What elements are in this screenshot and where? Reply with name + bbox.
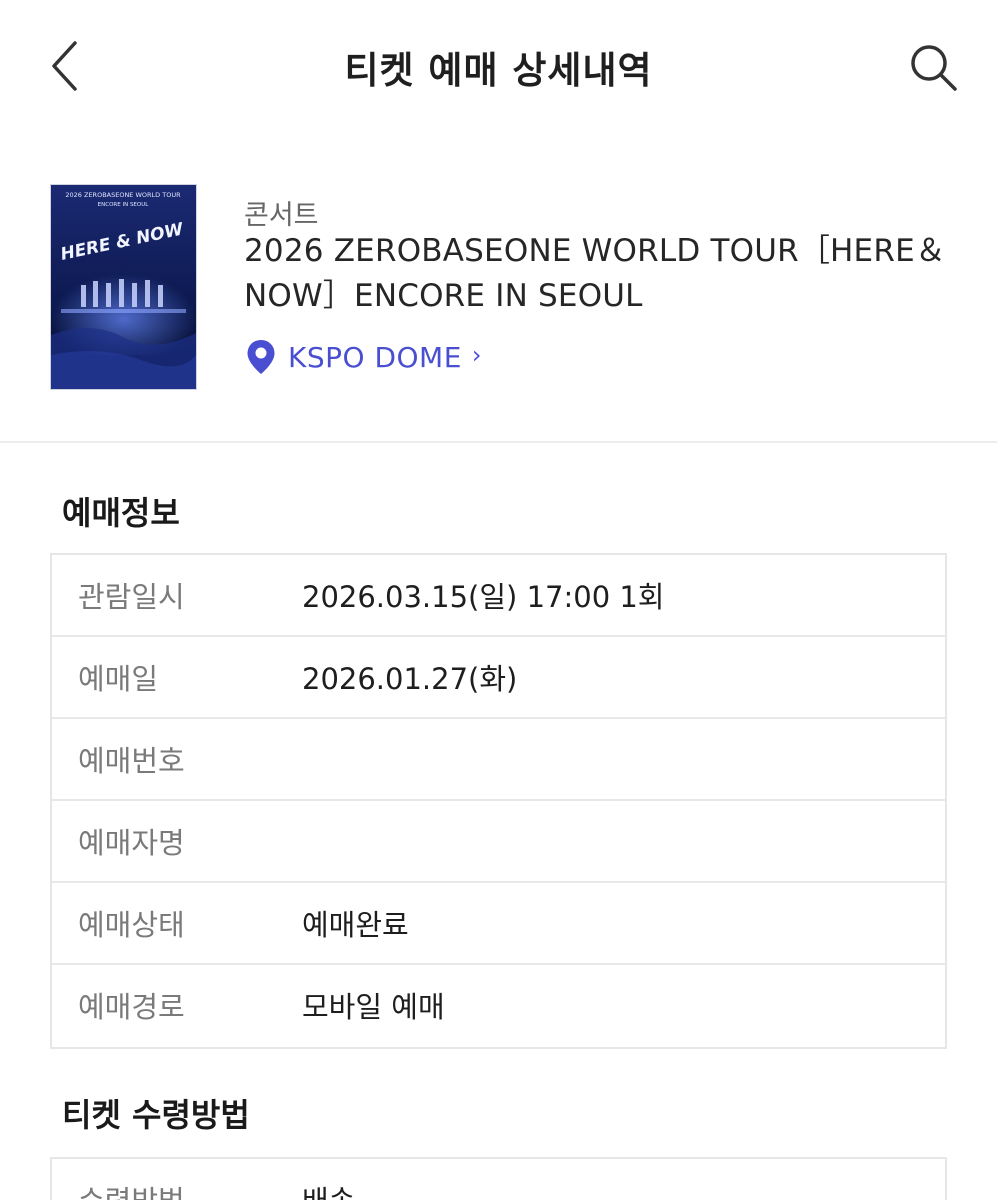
row-value: 2026.03.15(일) 17:00 1회 [302,580,665,614]
row-value: 예매완료 [302,908,409,942]
top-bar: 티켓 예매 상세내역 [0,0,997,135]
search-button[interactable] [902,38,966,98]
row-label: 예매일 [78,662,159,696]
table-row: 예매번호 [52,719,945,801]
booking-info-table: 관람일시 2026.03.15(일) 17:00 1회 예매일 2026.01.… [50,553,947,1049]
page-title: 티켓 예매 상세내역 [344,49,653,92]
poster-line1: 2026 ZEROBASEONE WORLD TOUR [65,191,181,199]
chevron-right-icon: › [471,341,482,369]
poster-image: 2026 ZEROBASEONE WORLD TOUR ENCORE IN SE… [51,185,196,389]
event-category: 콘서트 [244,200,319,231]
event-poster[interactable]: 2026 ZEROBASEONE WORLD TOUR ENCORE IN SE… [50,184,197,390]
venue-name: KSPO DOME [288,340,462,374]
row-label: 예매번호 [78,744,185,778]
row-value: 2026.01.27(화) [302,662,518,696]
venue-link[interactable]: KSPO DOME › [246,335,482,379]
ticket-receipt-table: 수령방법 배송 [50,1157,947,1200]
row-label: 예매자명 [78,826,185,860]
table-row: 관람일시 2026.03.15(일) 17:00 1회 [52,555,945,637]
row-label: 관람일시 [78,580,185,614]
search-icon [911,45,957,91]
chevron-left-icon [52,41,77,91]
booking-info-heading: 예매정보 [62,494,180,532]
location-pin-icon [247,340,275,374]
table-row: 예매일 2026.01.27(화) [52,637,945,719]
poster-line2: ENCORE IN SEOUL [98,202,150,208]
ticket-receipt-heading: 티켓 수령방법 [62,1096,250,1134]
table-row: 예매자명 [52,801,945,883]
row-label: 수령방법 [78,1178,185,1200]
back-button[interactable] [40,36,90,96]
row-label: 예매상태 [78,908,185,942]
ticket-booking-detail-page: 티켓 예매 상세내역 2026 ZEROBASEONE WORLD TOUR E… [0,0,997,1200]
row-label: 예매경로 [78,990,185,1024]
table-row: 예매경로 모바일 예매 [52,965,945,1047]
event-title: 2026 ZEROBASEONE WORLD TOUR［HERE＆NOW］ENC… [244,233,947,314]
row-value: 배송 [302,1178,355,1200]
event-summary: 2026 ZEROBASEONE WORLD TOUR ENCORE IN SE… [0,135,997,443]
table-row: 수령방법 배송 [52,1159,945,1200]
table-row: 예매상태 예매완료 [52,883,945,965]
row-value: 모바일 예매 [302,990,445,1024]
